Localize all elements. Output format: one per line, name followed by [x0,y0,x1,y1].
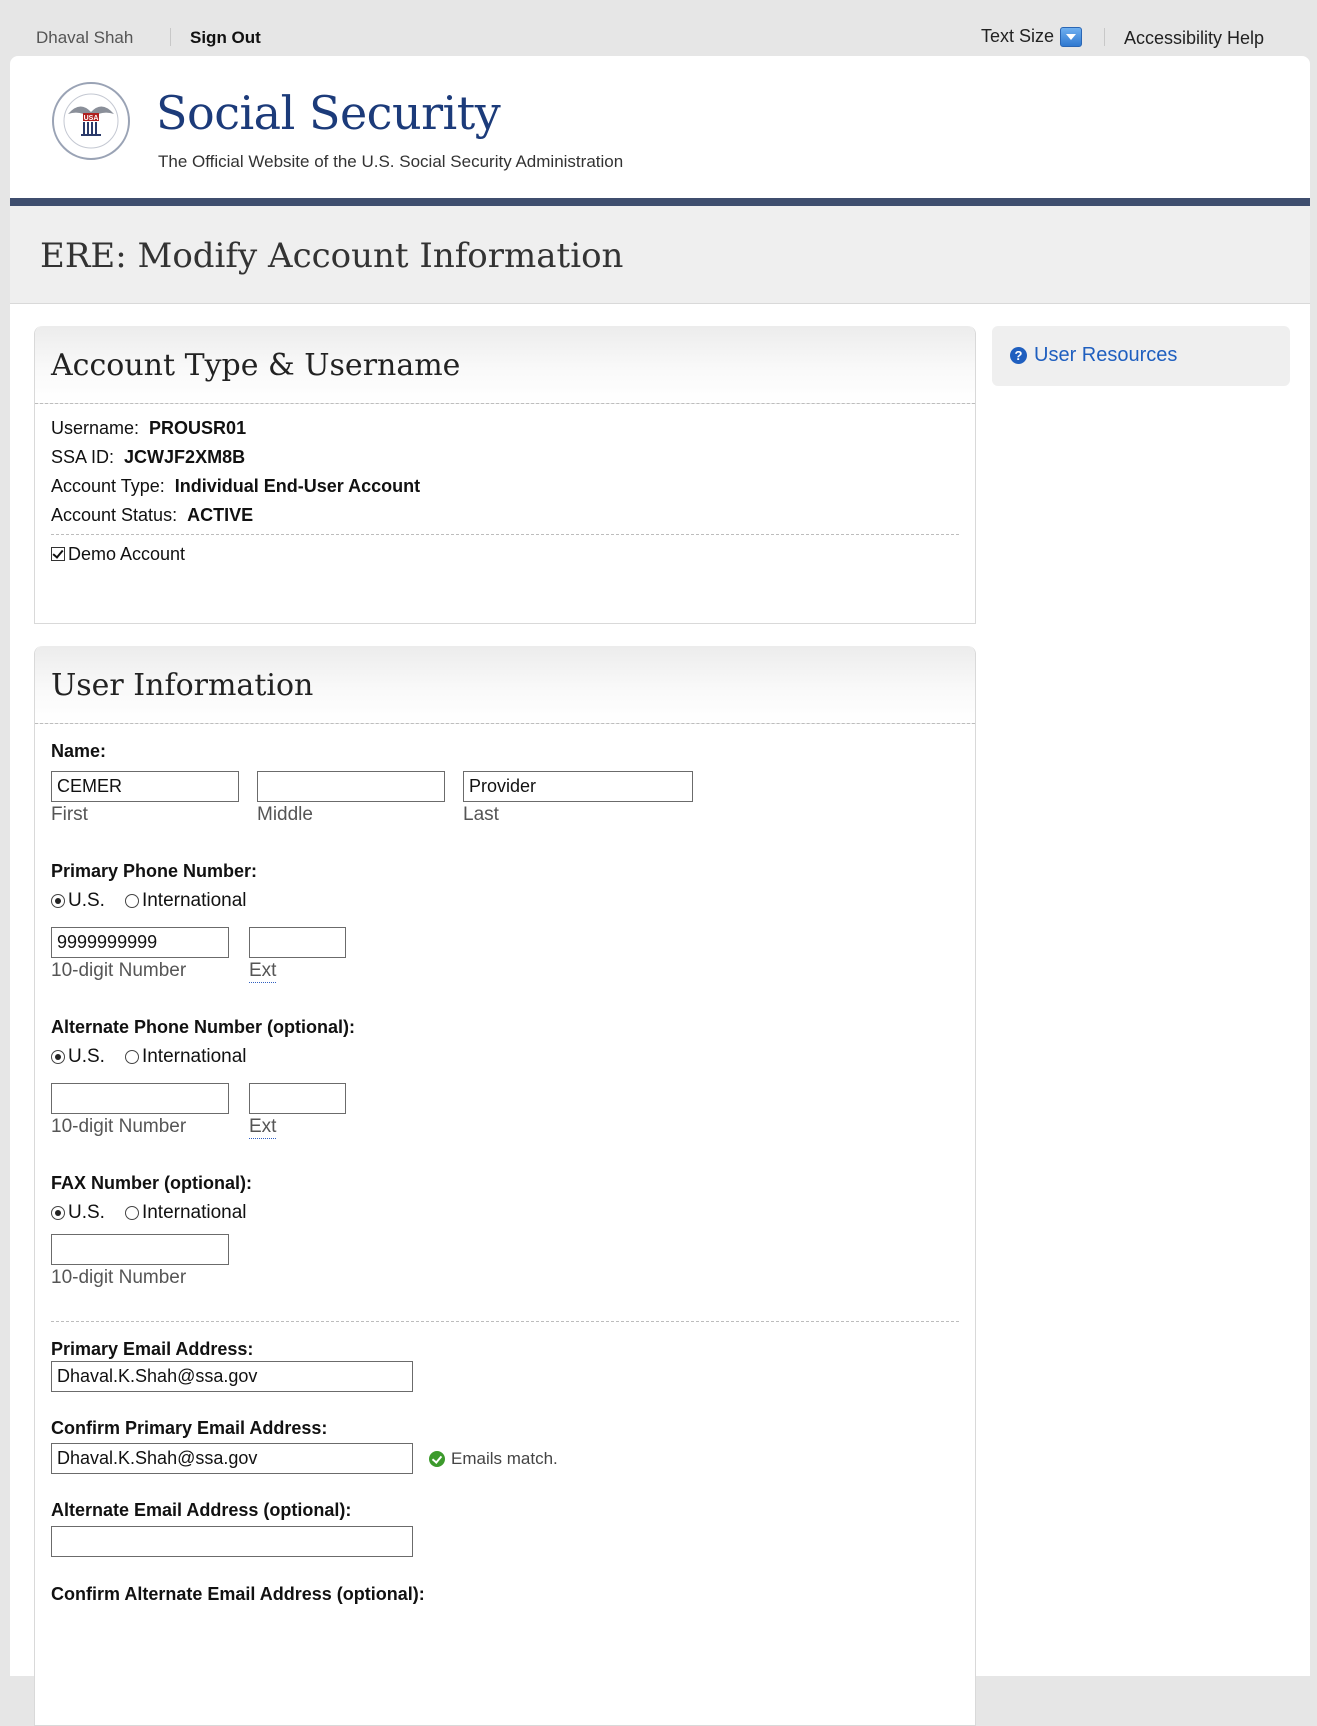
demo-account-row[interactable]: Demo Account [51,544,185,565]
confirm-primary-email-input[interactable] [51,1443,413,1474]
chevron-down-icon[interactable] [1060,26,1083,47]
alternate-phone-input[interactable] [51,1083,229,1114]
site-subtitle: The Official Website of the U.S. Social … [158,152,624,171]
username-value: PROUSR01 [149,418,247,438]
ssa-seal-icon[interactable]: USA [50,80,132,162]
emails-match-text: Emails match. [451,1449,558,1468]
us-label: U.S. [68,890,105,911]
ext-caption: Ext [249,960,277,983]
demo-account-label: Demo Account [68,544,186,564]
question-circle-icon: ? [1010,347,1027,364]
number-caption: 10-digit Number [51,960,187,981]
demo-account-checkbox[interactable] [51,547,65,561]
alternate-phone-type: U.S. International [51,1046,247,1068]
last-name-input[interactable] [463,771,693,802]
text-size-control[interactable]: Text Size [981,26,1083,47]
page-container: USA Social Security The Official Website… [10,56,1310,1726]
primary-phone-label: Primary Phone Number: [51,861,258,881]
primary-email-input[interactable] [51,1361,413,1392]
user-resources-label: User Resources [1034,344,1178,366]
page-title: ERE: Modify Account Information [40,236,624,276]
panel-heading: Account Type & Username [51,348,461,383]
international-label: International [141,1202,247,1223]
emails-match-status: Emails match. [429,1449,558,1469]
us-radio[interactable] [51,894,65,908]
site-header: USA Social Security The Official Website… [10,56,1310,206]
sign-out-link[interactable]: Sign Out [190,28,261,48]
alternate-ext-input[interactable] [249,1083,346,1114]
username-label: Username: [51,418,140,438]
panel-header: Account Type & Username [35,326,975,404]
first-name-input[interactable] [51,771,239,802]
alternate-phone-label: Alternate Phone Number (optional): [51,1017,356,1037]
alternate-email-input[interactable] [51,1526,413,1557]
accessibility-help-link[interactable]: Accessibility Help [1124,28,1264,49]
first-caption: First [51,804,88,825]
us-label: U.S. [68,1046,105,1067]
ssa-id-row: SSA ID: JCWJF2XM8B [51,447,245,468]
primary-ext-input[interactable] [249,927,346,958]
number-caption: 10-digit Number [51,1267,187,1288]
divider [170,28,171,46]
us-radio[interactable] [51,1050,65,1064]
middle-caption: Middle [257,804,313,825]
primary-phone-input[interactable] [51,927,229,958]
panel-heading: User Information [51,668,314,703]
panel-header: User Information [35,646,975,724]
account-type-row: Account Type: Individual End-User Accoun… [51,476,420,497]
international-label: International [141,890,247,911]
number-caption: 10-digit Number [51,1116,187,1137]
primary-phone-type: U.S. International [51,890,247,912]
international-radio[interactable] [124,1206,139,1220]
ssa-id-label: SSA ID: [51,447,115,467]
divider [1104,28,1105,46]
site-title[interactable]: Social Security [156,86,501,140]
account-status-row: Account Status: ACTIVE [51,505,253,526]
page-title-band: ERE: Modify Account Information [10,206,1310,304]
account-status-label: Account Status: [51,505,178,525]
us-radio[interactable] [51,1206,65,1220]
account-type-value: Individual End-User Account [174,476,421,496]
us-label: U.S. [68,1202,105,1223]
alternate-email-label: Alternate Email Address (optional): [51,1500,352,1520]
check-circle-icon [429,1451,445,1467]
user-resources-link[interactable]: ? User Resources [1010,344,1177,367]
account-status-value: ACTIVE [187,505,254,525]
ssa-id-value: JCWJF2XM8B [124,447,246,467]
user-information-panel: User Information Name: First Middle Last… [34,646,976,1726]
divider [51,1321,959,1322]
username-row: Username: PROUSR01 [51,418,246,439]
user-resources-box: ? User Resources [992,326,1290,386]
text-size-label: Text Size [981,26,1055,46]
last-caption: Last [463,804,499,825]
fax-input[interactable] [51,1234,229,1265]
account-type-panel: Account Type & Username Username: PROUSR… [34,326,976,624]
name-label: Name: [51,741,107,761]
user-name: Dhaval Shah [36,28,134,47]
header-rule [10,198,1310,206]
international-radio[interactable] [124,1050,139,1064]
account-type-label: Account Type: [51,476,165,496]
utility-bar: Dhaval Shah Sign Out Text Size Accessibi… [0,0,1317,56]
international-label: International [141,1046,247,1067]
fax-type: U.S. International [51,1202,247,1224]
confirm-primary-email-label: Confirm Primary Email Address: [51,1418,328,1438]
primary-email-label: Primary Email Address: [51,1339,254,1359]
fax-label: FAX Number (optional): [51,1173,252,1193]
international-radio[interactable] [124,894,139,908]
svg-text:USA: USA [84,115,99,122]
middle-name-input[interactable] [257,771,445,802]
confirm-alternate-email-label: Confirm Alternate Email Address (optiona… [51,1584,425,1604]
divider [51,534,959,535]
ext-caption: Ext [249,1116,277,1139]
